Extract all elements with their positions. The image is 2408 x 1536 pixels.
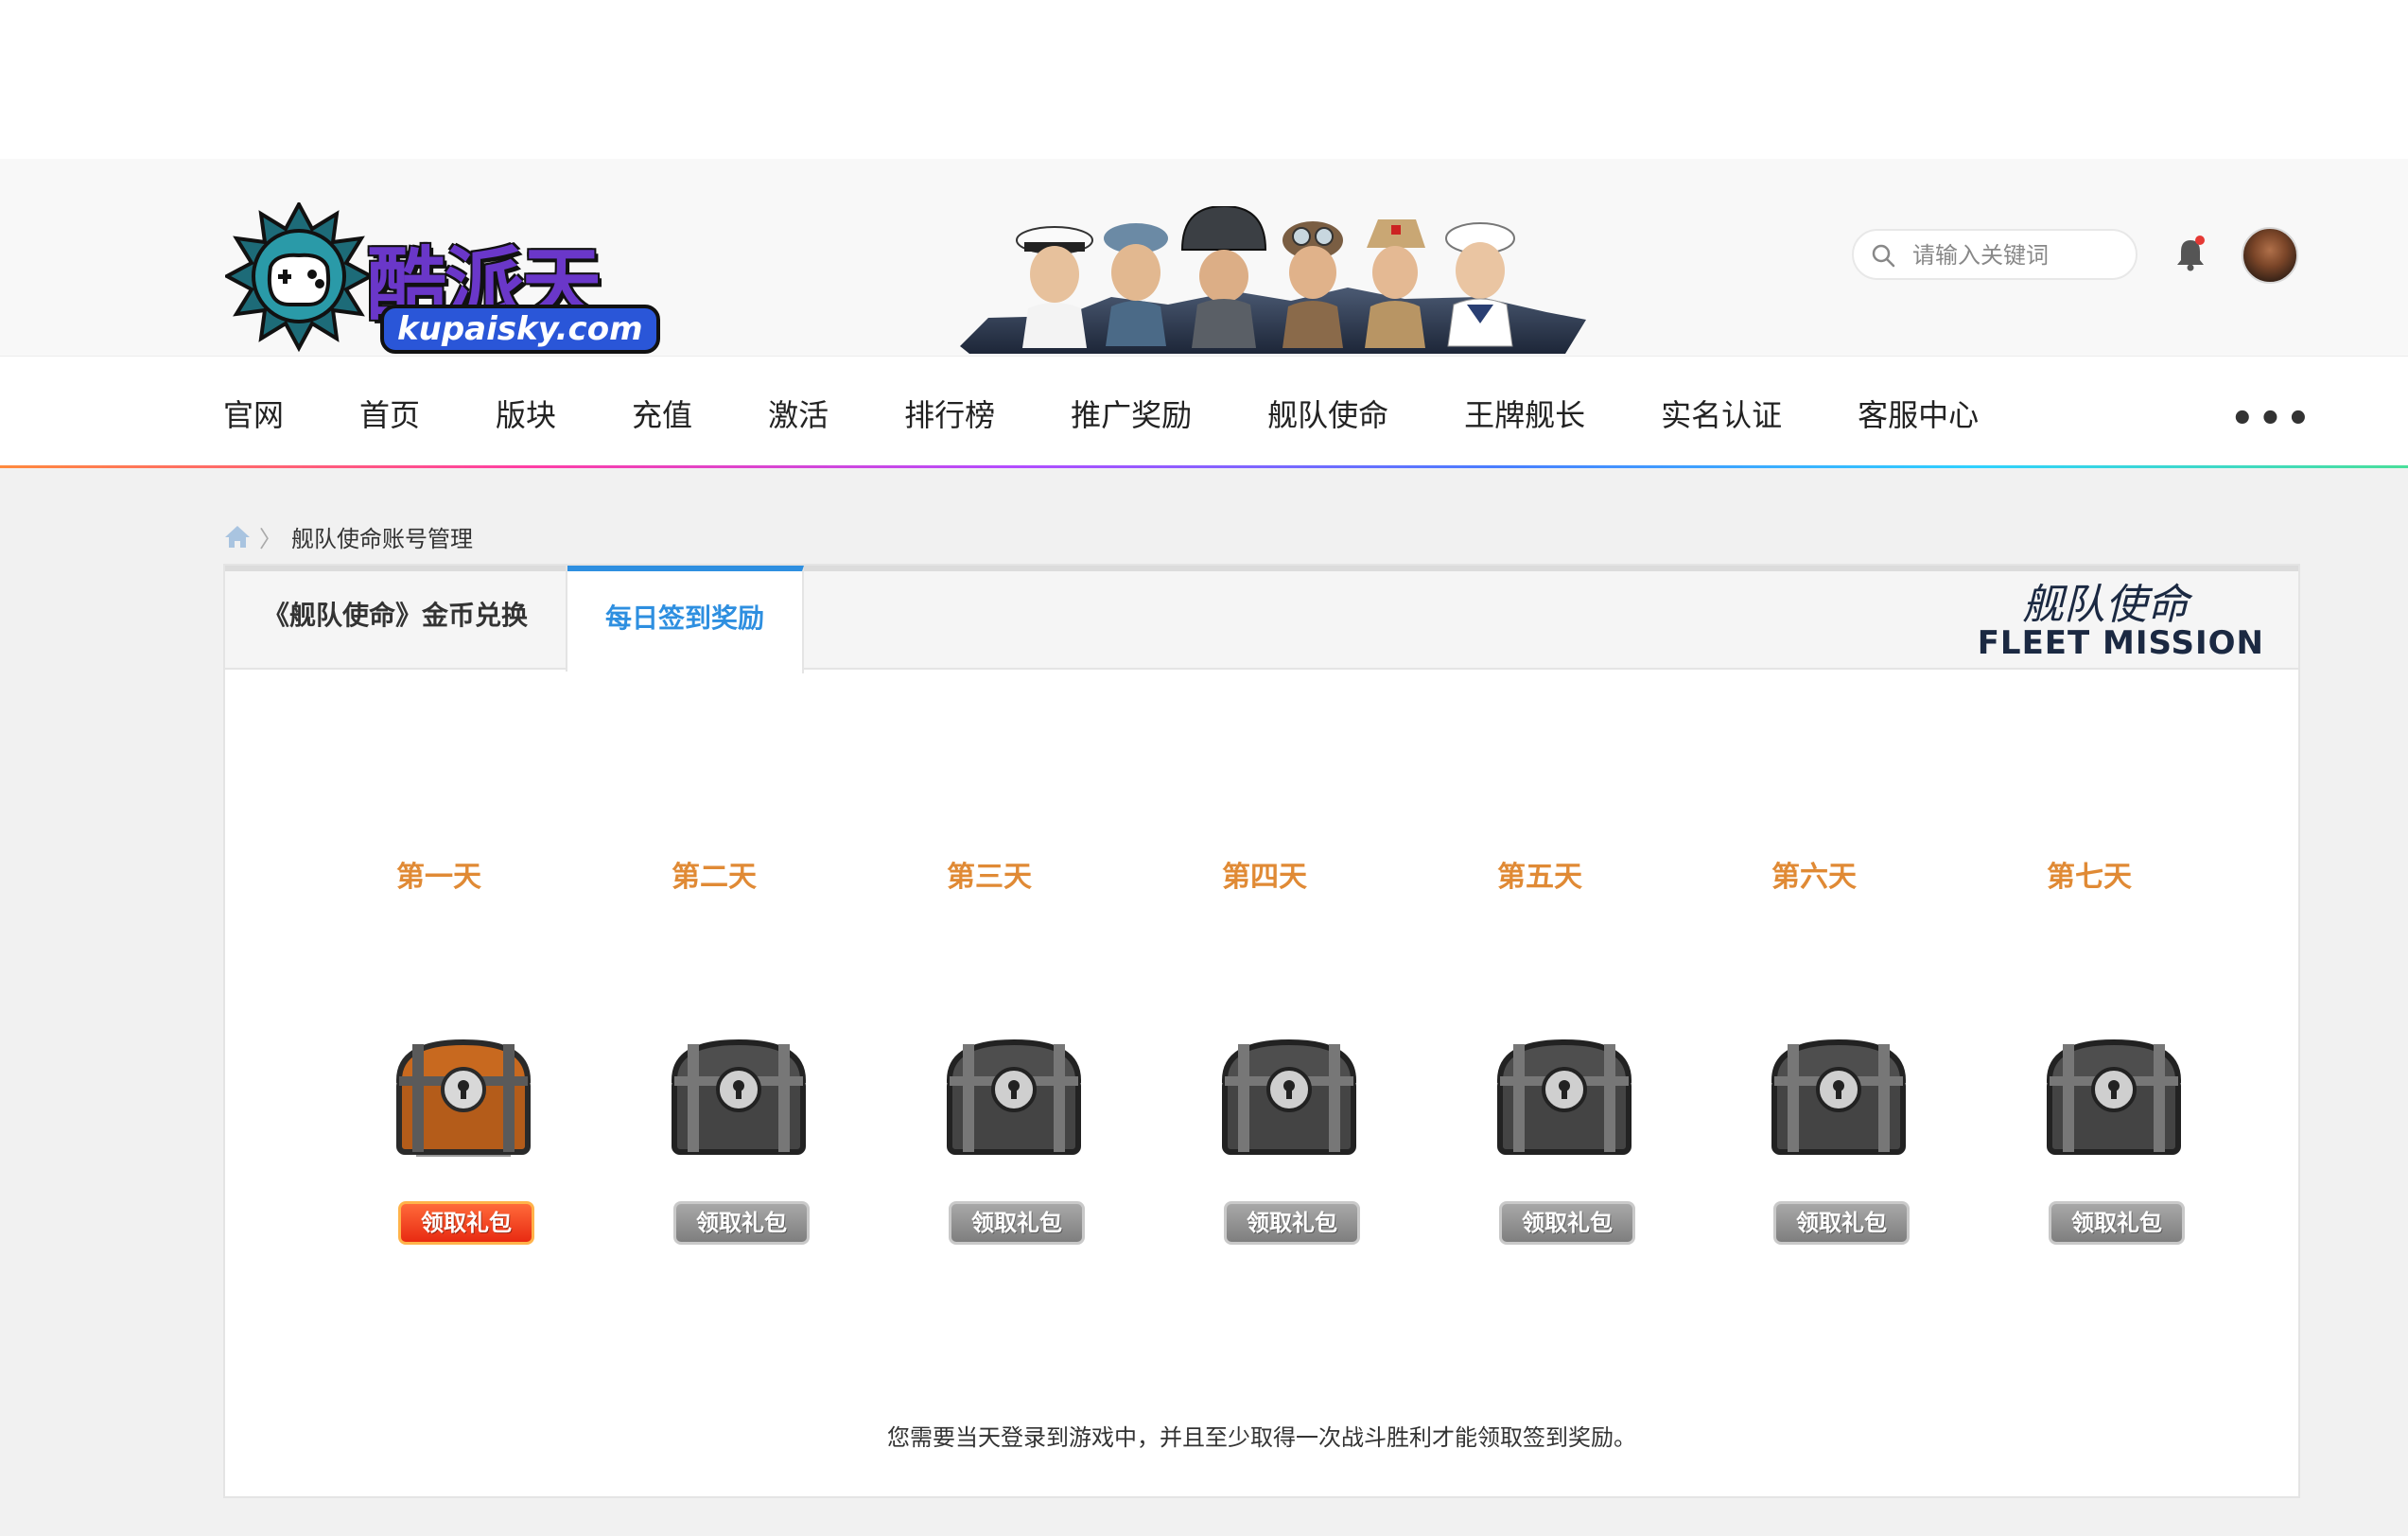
nav-item-referral-rewards[interactable]: 推广奖励 [1071,392,1192,433]
breadcrumb-separator: 〉 [259,525,282,552]
nav-item-official-site[interactable]: 官网 [223,392,284,433]
site-logo[interactable]: 酷派天空 kupaisky.com [225,202,660,445]
day-label: 第六天 [1771,861,1857,894]
claim-gift-button[interactable]: 领取礼包 [949,1201,1085,1245]
top-blank-strip [0,0,2408,159]
nav-item-recharge[interactable]: 充值 [632,392,692,433]
breadcrumb: 〉 舰队使命账号管理 [223,522,473,552]
home-icon[interactable] [223,523,252,550]
content-panel: 《舰队使命》金币兑换 每日签到奖励 舰队使命 FLEET MISSION 第一天… [223,564,2300,1498]
fleet-mission-logo-en: FLEET MISSION [1977,624,2264,662]
fleet-mission-logo-cn: 舰队使命 [2022,581,2189,629]
claim-gift-button[interactable]: 领取礼包 [398,1201,534,1245]
search-box[interactable] [1852,229,2138,280]
checkin-requirement-notice: 您需要当天登录到游戏中，并且至少取得一次战斗胜利才能领取签到奖励。 [887,1424,1636,1451]
day-label: 第四天 [1222,861,1307,894]
user-avatar[interactable] [2242,227,2298,284]
day-label: 第七天 [2047,861,2132,894]
nav-item-leaderboard[interactable]: 排行榜 [904,392,995,433]
nav-item-home[interactable]: 首页 [359,392,420,433]
locked-chest-icon [671,1039,807,1155]
locked-chest-icon [1496,1039,1632,1155]
nav-item-forums[interactable]: 版块 [496,392,556,433]
locked-chest-icon [1221,1039,1357,1155]
fleet-mission-logo: 舰队使命 FLEET MISSION [1952,581,2264,663]
claim-gift-button[interactable]: 领取礼包 [1773,1201,1910,1245]
tab-bar: 《舰队使命》金币兑换 每日签到奖励 舰队使命 FLEET MISSION [225,566,2298,673]
breadcrumb-current: 舰队使命账号管理 [291,525,473,552]
day-label: 第一天 [396,861,481,894]
notification-bell-icon[interactable] [2173,235,2207,272]
locked-chest-icon [946,1039,1082,1155]
day-label: 第三天 [947,861,1032,894]
locked-chest-icon [2046,1039,2182,1155]
logo-text-en: kupaisky.com [380,305,660,354]
more-menu-button[interactable]: ••• [2230,397,2314,441]
claim-gift-button[interactable]: 领取礼包 [673,1201,810,1245]
fleet-officers-banner [960,206,1586,354]
tab-coin-exchange[interactable]: 《舰队使命》金币兑换 [225,566,567,672]
treasure-chest-icon[interactable] [388,1037,539,1160]
nav-item-fleet-mission[interactable]: 舰队使命 [1267,392,1388,433]
claim-gift-button[interactable]: 领取礼包 [2049,1201,2185,1245]
claim-gift-button[interactable]: 领取礼包 [1224,1201,1360,1245]
main-nav: 官网 首页 版块 充值 激活 排行榜 推广奖励 舰队使命 王牌舰长 实名认证 客… [223,392,1979,433]
nav-item-real-name-auth[interactable]: 实名认证 [1661,392,1782,433]
locked-chest-icon [1771,1039,1907,1155]
claim-gift-button[interactable]: 领取礼包 [1499,1201,1635,1245]
nav-item-activate[interactable]: 激活 [768,392,829,433]
tab-daily-checkin[interactable]: 每日签到奖励 [567,566,804,673]
nav-gradient-divider [0,465,2408,468]
search-icon [1872,244,1895,268]
search-input[interactable] [1911,238,2132,272]
logo-controller-icon [225,202,375,353]
nav-item-ace-captain[interactable]: 王牌舰长 [1464,392,1585,433]
day-label: 第二天 [672,861,757,894]
day-label: 第五天 [1497,861,1582,894]
nav-item-customer-service[interactable]: 客服中心 [1858,392,1979,433]
